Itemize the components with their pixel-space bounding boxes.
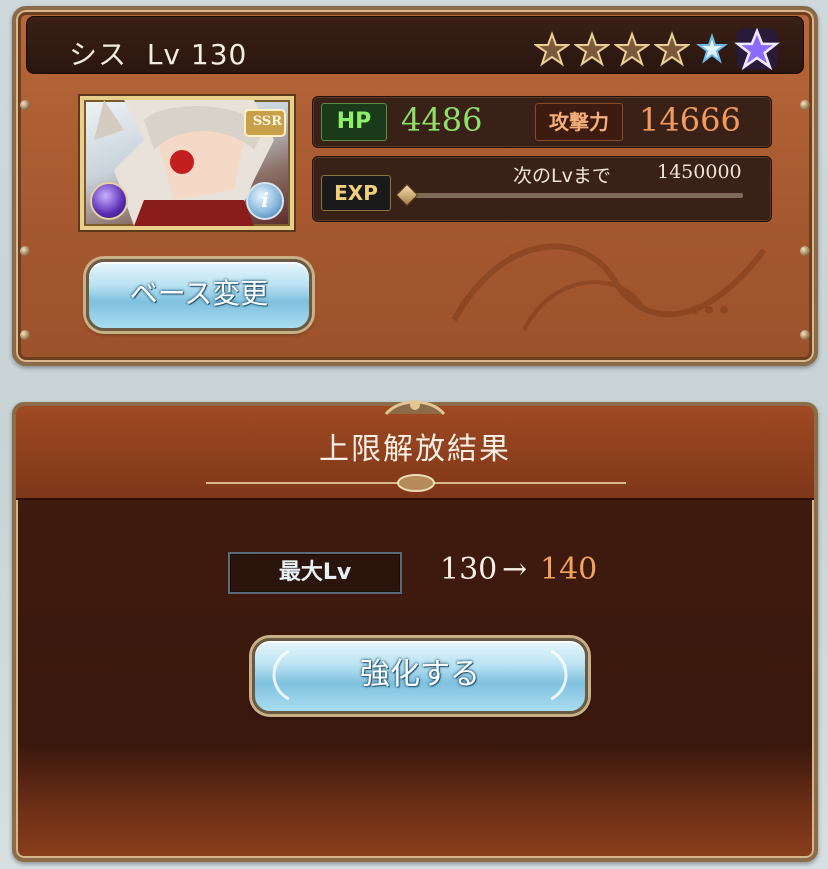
flourish-icon	[550, 649, 568, 701]
rivet-icon	[20, 246, 30, 256]
star-icon	[654, 31, 690, 67]
rivet-icon	[20, 330, 30, 340]
character-header: シス Lv 130	[26, 16, 804, 74]
character-portrait[interactable]: SSR i	[80, 96, 294, 230]
purple-star-icon	[734, 27, 780, 71]
max-level-label: 最大Lv	[228, 552, 402, 594]
base-change-label: ベース変更	[129, 277, 269, 310]
divider-ornament	[206, 474, 626, 492]
star-icon	[614, 31, 650, 67]
info-icon[interactable]: i	[246, 182, 284, 220]
level-from: 130	[440, 552, 498, 587]
exp-box: EXP 次のLvまで 1450000	[312, 156, 772, 222]
character-name-level: シス Lv 130	[69, 38, 248, 71]
dark-element-icon	[90, 182, 128, 220]
character-panel: シス Lv 130 SSR i HP 4486 攻撃力 14666 EXP 次の…	[12, 6, 818, 366]
ssr-badge-text: SSR	[252, 114, 282, 129]
rivet-icon	[800, 330, 810, 340]
enhance-button[interactable]: 強化する	[252, 638, 588, 714]
flourish-icon	[272, 649, 290, 701]
hp-attack-box: HP 4486 攻撃力 14666	[312, 96, 772, 148]
attack-label: 攻撃力	[535, 103, 623, 141]
next-level-value: 1450000	[657, 161, 742, 183]
hp-value: 4486	[401, 101, 483, 139]
star-icon	[534, 31, 570, 67]
next-level-label: 次のLvまで	[513, 165, 611, 187]
rivet-icon	[800, 246, 810, 256]
attack-value: 14666	[639, 101, 741, 139]
result-title: 上限解放結果	[319, 432, 511, 467]
rivet-icon	[20, 100, 30, 110]
result-title-band: 上限解放結果	[16, 406, 814, 500]
enhance-label: 強化する	[360, 657, 480, 692]
star-icon	[574, 31, 610, 67]
hp-label: HP	[321, 103, 387, 141]
limit-break-result-panel: 上限解放結果 最大Lv 130 → 140 強化する	[12, 400, 818, 862]
panel-ornament	[451, 243, 767, 331]
arrow-icon: →	[502, 552, 528, 587]
level-to: 140	[540, 552, 598, 587]
rarity-stars	[534, 27, 780, 72]
base-change-button[interactable]: ベース変更	[86, 259, 312, 331]
exp-label: EXP	[321, 175, 391, 211]
exp-bar	[409, 193, 743, 198]
rivet-icon	[800, 100, 810, 110]
exp-bar-marker	[395, 183, 419, 207]
blue-star-icon	[696, 32, 728, 64]
top-ornament	[384, 400, 446, 416]
